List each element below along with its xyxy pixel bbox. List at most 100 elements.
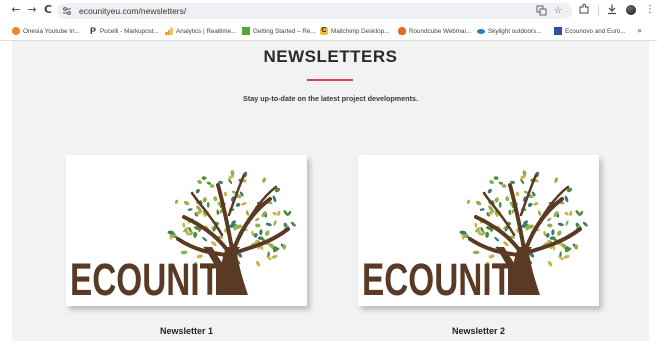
leaf-mark: [569, 210, 573, 216]
leaf-mark: [272, 195, 277, 203]
leaf-mark: [195, 188, 200, 194]
leaf-mark: [182, 222, 186, 228]
leaf-mark: [493, 176, 499, 180]
leaf-mark: [187, 208, 193, 211]
leaf-mark: [508, 209, 512, 216]
leaf-mark: [230, 170, 235, 176]
bookmark-item[interactable]: Onesia Youtube In...: [12, 25, 80, 37]
leaf-mark: [211, 241, 217, 247]
back-arrow-icon[interactable]: ←: [9, 3, 23, 17]
site-settings-icon[interactable]: [61, 5, 73, 17]
bookmarks-bar: Onesia Youtube In... P Pucelli - Markupo…: [0, 22, 657, 41]
leaf-mark: [223, 191, 228, 197]
url-text[interactable]: ecounityeu.com/newsletters/: [79, 5, 186, 17]
leaf-mark: [557, 222, 564, 227]
reload-icon[interactable]: C: [41, 3, 55, 17]
leaf-mark: [228, 178, 233, 185]
leaf-mark: [564, 195, 569, 203]
leaf-mark: [197, 179, 203, 185]
leaf-mark: [193, 231, 198, 238]
leaf-mark: [503, 241, 509, 247]
bookmark-item[interactable]: C Mailchimp Desktop...: [320, 25, 389, 37]
leaf-mark: [548, 260, 553, 267]
more-bookmarks-icon[interactable]: »: [637, 25, 642, 37]
bookmark-item[interactable]: Analytics | Realtime...: [165, 25, 236, 37]
leaf-mark: [489, 179, 495, 185]
forward-arrow-icon[interactable]: →: [25, 3, 39, 17]
leaf-mark: [241, 202, 247, 206]
leaf-mark: [527, 202, 533, 207]
orange-circle-icon: [12, 27, 20, 35]
bookmark-item[interactable]: Roundcube Webmai...: [398, 25, 471, 37]
leaf-mark: [245, 210, 250, 216]
logo-wordmark: ECOUNIT: [362, 254, 512, 305]
leaf-mark: [537, 210, 542, 216]
logo-wordmark: ECOUNIT: [70, 254, 220, 305]
newsletter-card-1[interactable]: ECOUNIT: [66, 155, 307, 306]
leaf-mark: [547, 217, 552, 222]
analytics-icon: [165, 27, 173, 35]
bookmark-label: Skylight outdoors...: [488, 27, 542, 35]
leaf-mark: [265, 222, 272, 227]
leaf-mark: [271, 254, 278, 259]
newsletter-title-1[interactable]: Newsletter 1: [66, 326, 307, 336]
ecounity-logo-image: ECOUNIT: [70, 170, 296, 305]
newsletter-card-2[interactable]: ECOUNIT: [358, 155, 599, 306]
leaf-mark: [216, 209, 220, 216]
leaf-mark: [235, 202, 241, 207]
skylight-icon: [477, 28, 485, 34]
leaf-mark: [255, 223, 261, 228]
leaf-mark: [505, 196, 510, 202]
browser-toolbar: ← → C ecounityeu.com/newsletters/ ☆ ⋮: [0, 0, 657, 22]
leaf-mark: [557, 230, 562, 236]
profile-avatar[interactable]: [626, 5, 636, 15]
leaf-mark: [479, 208, 485, 211]
page-subtitle: Stay up-to-date on the latest project de…: [243, 94, 418, 103]
leaf-mark: [206, 201, 210, 208]
translate-icon[interactable]: [536, 5, 547, 16]
ecounity-logo-image: ECOUNIT: [362, 170, 588, 305]
leaf-mark: [501, 184, 507, 188]
roundcube-icon: [398, 27, 406, 35]
leaf-mark: [494, 197, 499, 203]
newsletter-title-2[interactable]: Newsletter 2: [358, 326, 599, 336]
leaf-mark: [265, 230, 270, 236]
bookmark-item[interactable]: Skylight outdoors...: [477, 25, 542, 37]
leaf-mark: [262, 177, 266, 183]
leaf-mark: [277, 210, 281, 216]
leaf-mark: [487, 188, 492, 194]
leaf-mark: [494, 236, 500, 242]
leaf-mark: [290, 221, 296, 227]
address-bar[interactable]: ecounityeu.com/newsletters/ ☆: [57, 3, 572, 19]
bookmark-star-icon[interactable]: ☆: [554, 5, 562, 17]
extensions-icon[interactable]: [578, 3, 590, 15]
title-underline: [307, 79, 353, 81]
mailchimp-icon: C: [320, 27, 328, 35]
bookmark-label: Roundcube Webmai...: [409, 27, 472, 35]
leaf-mark: [564, 211, 569, 216]
leaf-mark: [551, 229, 555, 236]
bookmark-label: Ecounovo and Euro...: [565, 27, 626, 35]
bookmark-item[interactable]: P Pucelli - Markupost...: [89, 25, 159, 37]
leaf-mark: [520, 178, 525, 185]
leaf-mark: [515, 191, 520, 197]
leaf-mark: [582, 221, 588, 227]
bookmark-item[interactable]: Ecounovo and Euro...: [554, 25, 626, 37]
leaf-mark: [255, 217, 260, 222]
bookmark-label: Onesia Youtube In...: [23, 27, 80, 35]
leaf-mark: [256, 260, 261, 267]
menu-kebab-icon[interactable]: ⋮: [645, 3, 655, 17]
page-content: NEWSLETTERS Stay up-to-date on the lates…: [12, 41, 649, 341]
bookmark-item[interactable]: Getting Started – Re...: [242, 25, 316, 37]
bookmark-label: Mailchimp Desktop...: [331, 27, 390, 35]
leaf-mark: [498, 201, 502, 208]
leaf-mark: [485, 231, 490, 238]
leaf-mark: [272, 211, 277, 216]
leaf-mark: [563, 254, 570, 259]
bookmark-label: Analytics | Realtime...: [176, 27, 237, 35]
leaf-mark: [209, 184, 215, 188]
leaf-mark: [522, 170, 527, 176]
download-icon[interactable]: [606, 3, 618, 15]
blue-square-icon: [554, 27, 562, 35]
toolbar-divider: [598, 5, 599, 16]
